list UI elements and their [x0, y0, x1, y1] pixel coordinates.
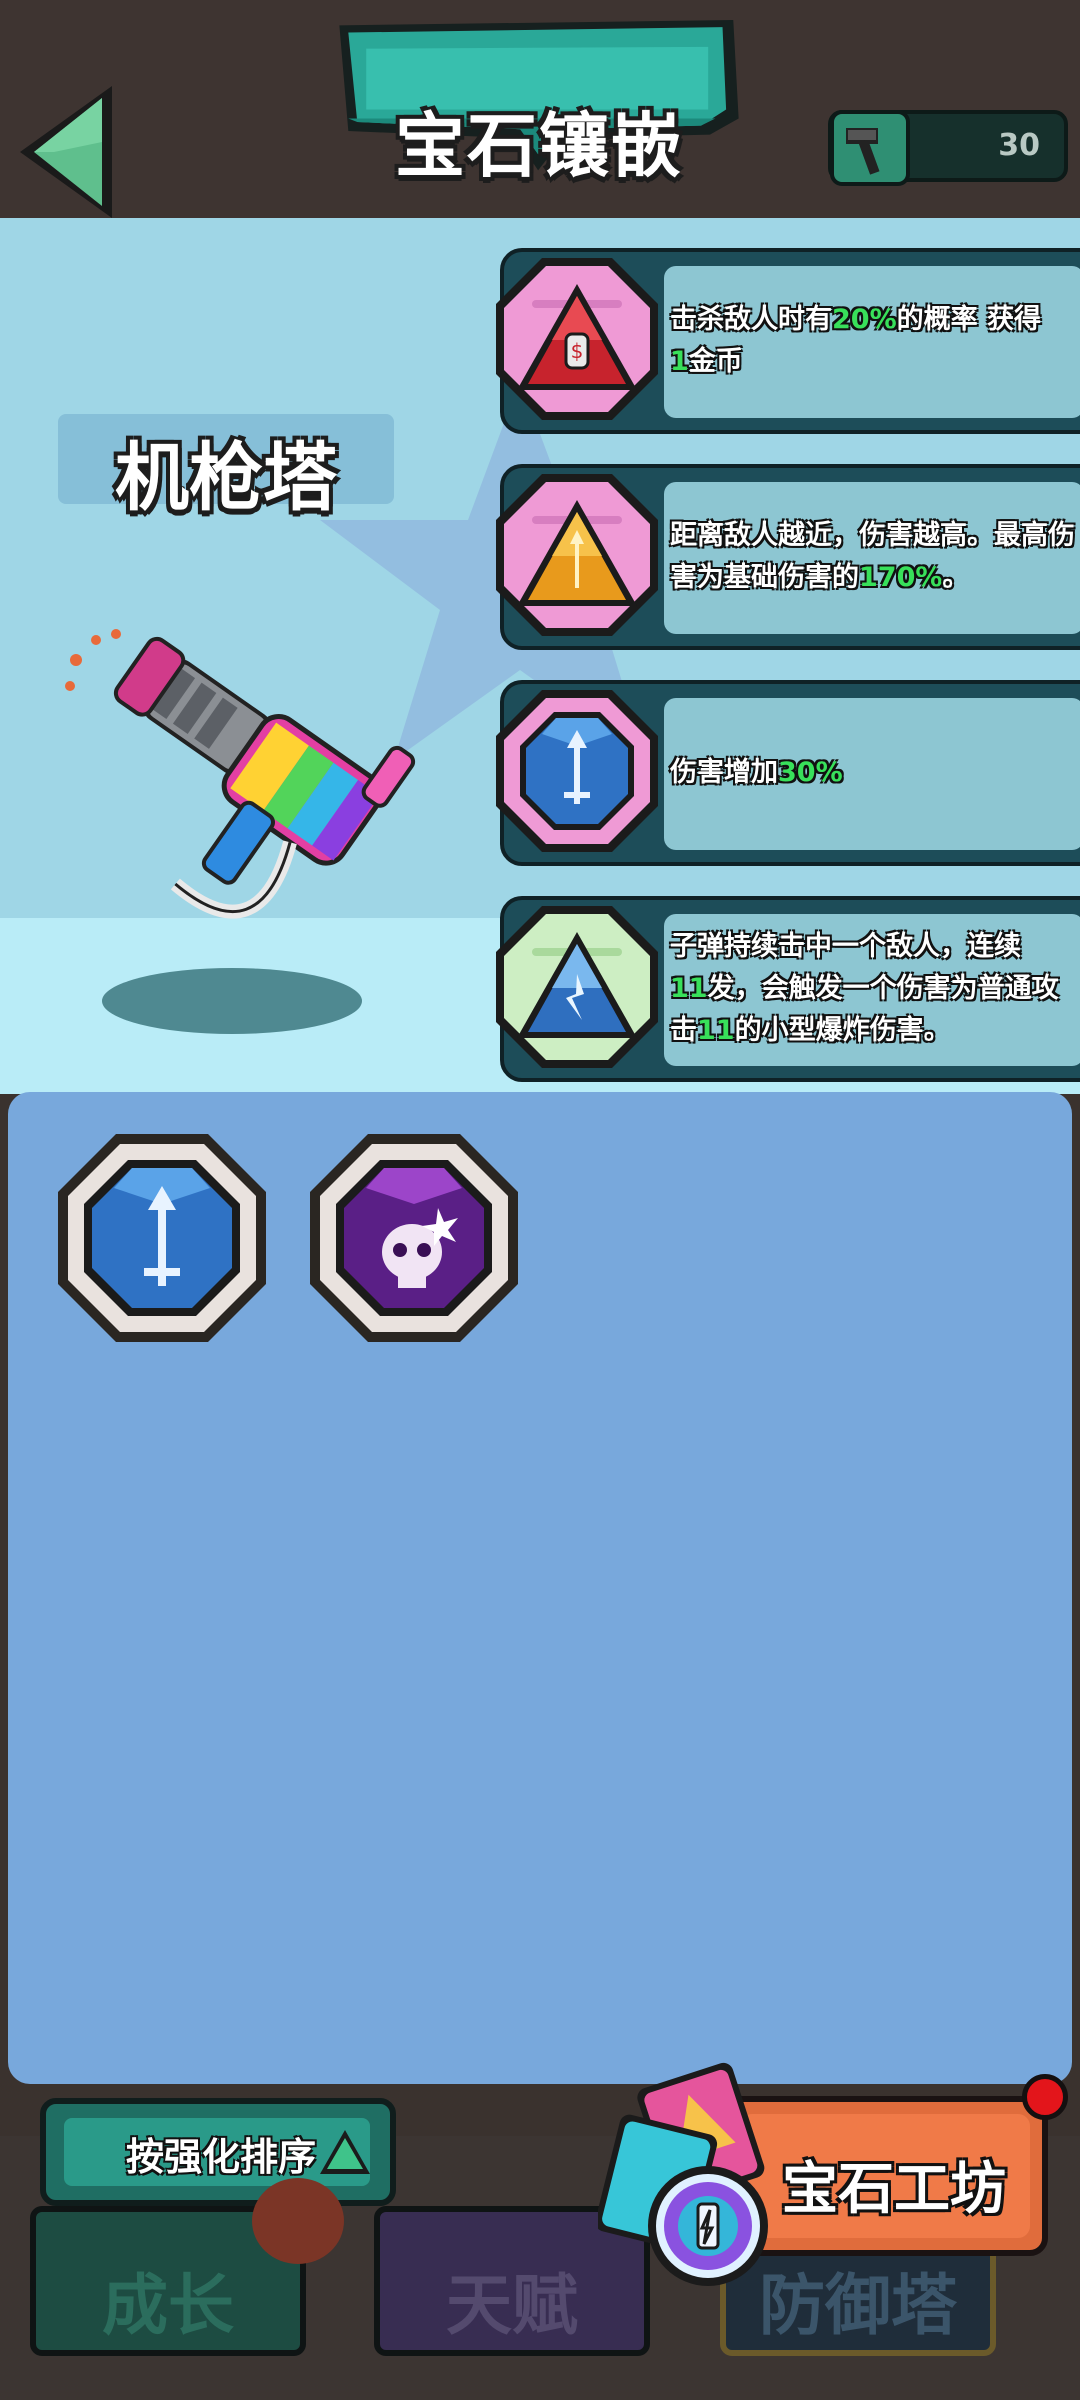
- back-button[interactable]: [14, 82, 124, 222]
- back-arrow-icon: [20, 86, 112, 218]
- equipped-gem-row: 子弹持续击中一个敌人，连续 11发，会触发一个伤害为普通攻击11的小型爆炸伤害。: [492, 896, 1080, 1082]
- tower-name: 机枪塔: [115, 435, 337, 521]
- hammer-count: 30: [998, 128, 1040, 163]
- damage-up-gem-icon: [496, 690, 658, 852]
- inventory-gem-slot[interactable]: [54, 1130, 270, 1346]
- svg-text:$: $: [571, 339, 584, 363]
- gem-description: 击杀敌人时有20%的概率 获得 1金币: [670, 304, 1042, 377]
- sort-by-enhance-button[interactable]: 按强化排序: [40, 2098, 396, 2206]
- equipped-gem-row: 距离敌人越近，伤害越高。最高伤害为基础伤害的170%。: [492, 464, 1080, 650]
- title-banner: 宝石镶嵌: [316, 20, 762, 220]
- equipped-gem-row: 伤害增加30%: [492, 680, 1080, 866]
- gem-description: 子弹持续击中一个敌人，连续 11发，会触发一个伤害为普通攻击11的小型爆炸伤害。: [670, 931, 1059, 1046]
- proximity-damage-gem-icon: [496, 474, 658, 636]
- sort-button-label: 按强化排序: [126, 2135, 317, 2179]
- tab-growth-label: 成长: [102, 2267, 234, 2344]
- gem-slot[interactable]: [492, 470, 662, 640]
- gem-slot[interactable]: [492, 686, 662, 856]
- triangle-up-icon: [320, 2130, 370, 2174]
- gem-cards-icon: [598, 2062, 768, 2286]
- gold-coin-gem-icon: $: [496, 258, 658, 420]
- hammer-counter: 30: [828, 110, 1068, 186]
- notification-dot: [1022, 2074, 1068, 2120]
- tower-shadow: [102, 968, 362, 1034]
- gem-description: 距离敌人越近，伤害越高。最高伤害为基础伤害的170%。: [670, 520, 1075, 593]
- equipped-gem-row: 击杀敌人时有20%的概率 获得 1金币 $: [492, 248, 1080, 434]
- notification-bubble: [252, 2178, 344, 2264]
- gem-description: 伤害增加30%: [670, 757, 843, 788]
- tower-name-plate: 机枪塔: [58, 414, 394, 521]
- gem-workshop-label: 宝石工坊: [782, 2157, 1006, 2222]
- machine-gun-tower-image: [65, 629, 416, 919]
- blue-sword-gem-icon: [58, 1134, 266, 1342]
- purple-skull-gem-icon: [310, 1134, 518, 1342]
- page-title: 宝石镶嵌: [395, 105, 683, 187]
- hammer-icon: [846, 128, 880, 175]
- explosion-gem-icon: [496, 906, 658, 1068]
- inventory-gem-slot[interactable]: [306, 1130, 522, 1346]
- gem-slot[interactable]: [492, 902, 662, 1072]
- gem-slot[interactable]: $: [492, 254, 662, 424]
